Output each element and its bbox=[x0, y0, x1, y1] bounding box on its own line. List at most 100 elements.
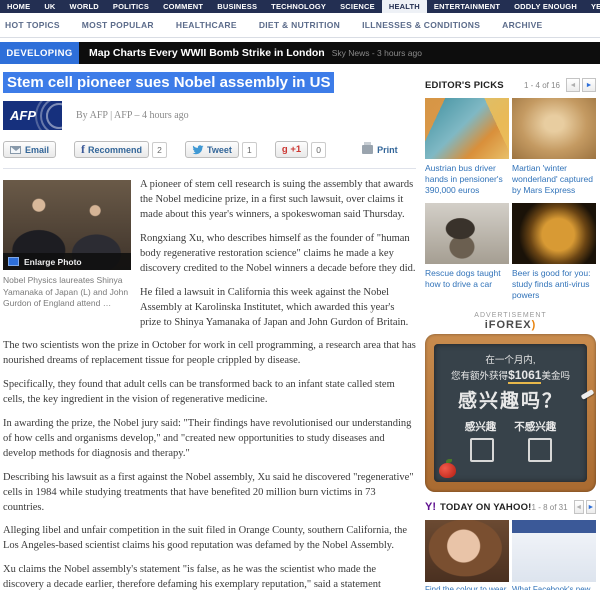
email-button[interactable]: Email bbox=[3, 141, 56, 158]
subnav-diet-nutrition[interactable]: DIET & NUTRITION bbox=[259, 20, 340, 30]
today-prev-button[interactable]: ◄ bbox=[574, 500, 584, 514]
share-toolbar: Email f Recommend 2 Tweet 1 g +1 0 bbox=[3, 141, 416, 158]
article-paragraph: The two scientists won the prize in Octo… bbox=[3, 339, 416, 369]
google-plusone-button[interactable]: g +1 bbox=[275, 141, 308, 158]
pick-image-euros[interactable] bbox=[425, 98, 509, 159]
iforex-logo[interactable]: iFOREX) bbox=[425, 319, 596, 331]
article-paragraph: Describing his lawsuit as a first agains… bbox=[3, 471, 416, 516]
sub-navigation: HOT TOPICS MOST POPULAR HEALTHCARE DIET … bbox=[0, 13, 600, 38]
enlarge-photo-icon bbox=[8, 257, 19, 266]
pick-image-mars[interactable] bbox=[512, 98, 596, 159]
nav-item-home[interactable]: HOME bbox=[0, 0, 37, 13]
pick-item-beer[interactable]: Beer is good for you: study finds anti-v… bbox=[512, 203, 596, 301]
tweet-button[interactable]: Tweet bbox=[185, 141, 239, 158]
article-byline: By AFP | AFP – 4 hours ago bbox=[76, 110, 189, 121]
editors-picks-grid: Austrian bus driver hands in pensioner's… bbox=[425, 98, 596, 308]
pick-item-mars[interactable]: Martian 'winter wonderland' captured by … bbox=[512, 98, 596, 196]
today-pagination: 1 - 8 of 31 bbox=[532, 503, 568, 512]
pick-item-euros[interactable]: Austrian bus driver hands in pensioner's… bbox=[425, 98, 509, 196]
iforex-logo-accent: ) bbox=[532, 319, 537, 331]
apple-icon bbox=[439, 463, 456, 478]
nav-item-uk[interactable]: UK bbox=[37, 0, 62, 13]
enlarge-photo-label: Enlarge Photo bbox=[24, 256, 82, 268]
facebook-recommend-button[interactable]: f Recommend bbox=[74, 141, 149, 158]
developing-headline-link[interactable]: Map Charts Every WWII Bomb Strike in Lon… bbox=[89, 47, 325, 59]
nav-item-entertainment[interactable]: ENTERTAINMENT bbox=[427, 0, 507, 13]
tweet-label: Tweet bbox=[207, 145, 232, 155]
share-divider bbox=[3, 168, 416, 169]
pick-title[interactable]: Martian 'winter wonderland' captured by … bbox=[512, 163, 596, 196]
byline-row: AFP By AFP | AFP – 4 hours ago bbox=[3, 101, 416, 130]
ad-checkbox-yes[interactable] bbox=[470, 438, 494, 462]
article-paragraph: Xu claims the Nobel assembly's statement… bbox=[3, 563, 416, 590]
today-image-kate[interactable] bbox=[425, 520, 509, 582]
article-column: Stem cell pioneer sues Nobel assembly in… bbox=[2, 64, 422, 590]
ad-line2-pre: 您有额外获得 bbox=[451, 371, 508, 382]
editors-picks-next-button[interactable]: ► bbox=[582, 78, 596, 92]
nav-item-business[interactable]: BUSINESS bbox=[210, 0, 264, 13]
google-plusone-icon: g +1 bbox=[282, 144, 301, 155]
article-body: Enlarge Photo Nobel Physics laureates Sh… bbox=[3, 178, 416, 590]
article-paragraph: Alleging libel and unfair competition in… bbox=[3, 524, 416, 554]
nav-item-health-active[interactable]: HEALTH bbox=[382, 0, 427, 13]
today-on-yahoo-header: Y! TODAY ON YAHOO! 1 - 8 of 31 ◄ ► bbox=[425, 500, 596, 514]
subnav-hot-topics[interactable]: HOT TOPICS bbox=[5, 20, 60, 30]
pick-title[interactable]: Beer is good for you: study finds anti-v… bbox=[512, 268, 596, 301]
tweet-count: 1 bbox=[242, 142, 257, 158]
print-label: Print bbox=[377, 145, 398, 155]
ad-line2-post: 美金吗 bbox=[541, 371, 570, 382]
today-caption[interactable]: What Facebook's new ... bbox=[512, 585, 596, 590]
chalkboard: 在一个月内, 您有额外获得$1061美金吗 感兴趣吗？ 感兴趣 不感兴趣 bbox=[434, 344, 587, 482]
today-on-yahoo-title: TODAY ON YAHOO! bbox=[440, 502, 532, 513]
main-layout: Stem cell pioneer sues Nobel assembly in… bbox=[0, 64, 600, 590]
editors-picks-pagination: 1 - 4 of 16 bbox=[524, 81, 560, 90]
ad-option-yes: 感兴趣 bbox=[465, 419, 497, 434]
ad-big-question: 感兴趣吗？ bbox=[434, 386, 587, 413]
sidebar: EDITOR'S PICKS 1 - 4 of 16 ◄ ► Austrian … bbox=[422, 64, 599, 590]
ad-checkbox-no[interactable] bbox=[528, 438, 552, 462]
today-item-facebook[interactable]: What Facebook's new ... bbox=[512, 520, 596, 590]
email-label: Email bbox=[25, 145, 49, 155]
nav-item-technology[interactable]: TECHNOLOGY bbox=[264, 0, 333, 13]
nav-item-politics[interactable]: POLITICS bbox=[106, 0, 156, 13]
developing-strip: DEVELOPING Map Charts Every WWII Bomb St… bbox=[0, 42, 600, 64]
ad-line2: 您有额外获得$1061美金吗 bbox=[434, 368, 587, 382]
article-paragraph: Specifically, they found that adult cell… bbox=[3, 378, 416, 408]
iforex-logo-text: iFOREX bbox=[485, 319, 532, 331]
editors-picks-prev-button[interactable]: ◄ bbox=[566, 78, 580, 92]
subnav-illnesses-conditions[interactable]: ILLNESSES & CONDITIONS bbox=[362, 20, 480, 30]
today-next-button[interactable]: ► bbox=[586, 500, 596, 514]
nav-item-year-in-review[interactable]: YEAR IN REVIEW bbox=[584, 0, 600, 13]
developing-source: Sky News - 3 hours ago bbox=[332, 48, 422, 58]
email-icon bbox=[10, 146, 21, 154]
nav-item-comment[interactable]: COMMENT bbox=[156, 0, 210, 13]
subnav-healthcare[interactable]: HEALTHCARE bbox=[176, 20, 237, 30]
subnav-archive[interactable]: ARCHIVE bbox=[502, 20, 542, 30]
subnav-most-popular[interactable]: MOST POPULAR bbox=[82, 20, 154, 30]
nav-item-oddly-enough[interactable]: ODDLY ENOUGH bbox=[507, 0, 584, 13]
pick-image-beer[interactable] bbox=[512, 203, 596, 264]
iforex-ad-banner[interactable]: 在一个月内, 您有额外获得$1061美金吗 感兴趣吗？ 感兴趣 不感兴趣 bbox=[425, 334, 596, 492]
nav-item-science[interactable]: SCIENCE bbox=[333, 0, 382, 13]
nav-item-world[interactable]: WORLD bbox=[63, 0, 106, 13]
pick-item-dog[interactable]: Rescue dogs taught how to drive a car bbox=[425, 203, 509, 301]
today-image-facebook[interactable] bbox=[512, 520, 596, 582]
ad-option-no: 不感兴趣 bbox=[514, 419, 556, 434]
today-caption[interactable]: Find the colour to wear in ... bbox=[425, 585, 509, 590]
plusone-count: 0 bbox=[311, 142, 326, 158]
article-photo[interactable]: Enlarge Photo bbox=[3, 180, 131, 270]
today-item-kate[interactable]: Find the colour to wear in ... bbox=[425, 520, 509, 590]
enlarge-photo-button[interactable]: Enlarge Photo bbox=[3, 253, 131, 270]
article-paragraph: In awarding the prize, the Nobel jury sa… bbox=[3, 417, 416, 462]
developing-badge: DEVELOPING bbox=[0, 42, 79, 64]
pick-title[interactable]: Austrian bus driver hands in pensioner's… bbox=[425, 163, 509, 196]
facebook-icon: f bbox=[81, 142, 85, 157]
print-button[interactable]: Print bbox=[362, 145, 398, 155]
pick-title[interactable]: Rescue dogs taught how to drive a car bbox=[425, 268, 509, 290]
ad-amount: $1061 bbox=[508, 368, 541, 384]
ad-line1: 在一个月内, bbox=[434, 352, 587, 366]
afp-globe-icon bbox=[46, 103, 62, 129]
advertisement-label: ADVERTISEMENT bbox=[425, 312, 596, 319]
pick-image-dog[interactable] bbox=[425, 203, 509, 264]
afp-logo-text: AFP bbox=[10, 108, 36, 123]
